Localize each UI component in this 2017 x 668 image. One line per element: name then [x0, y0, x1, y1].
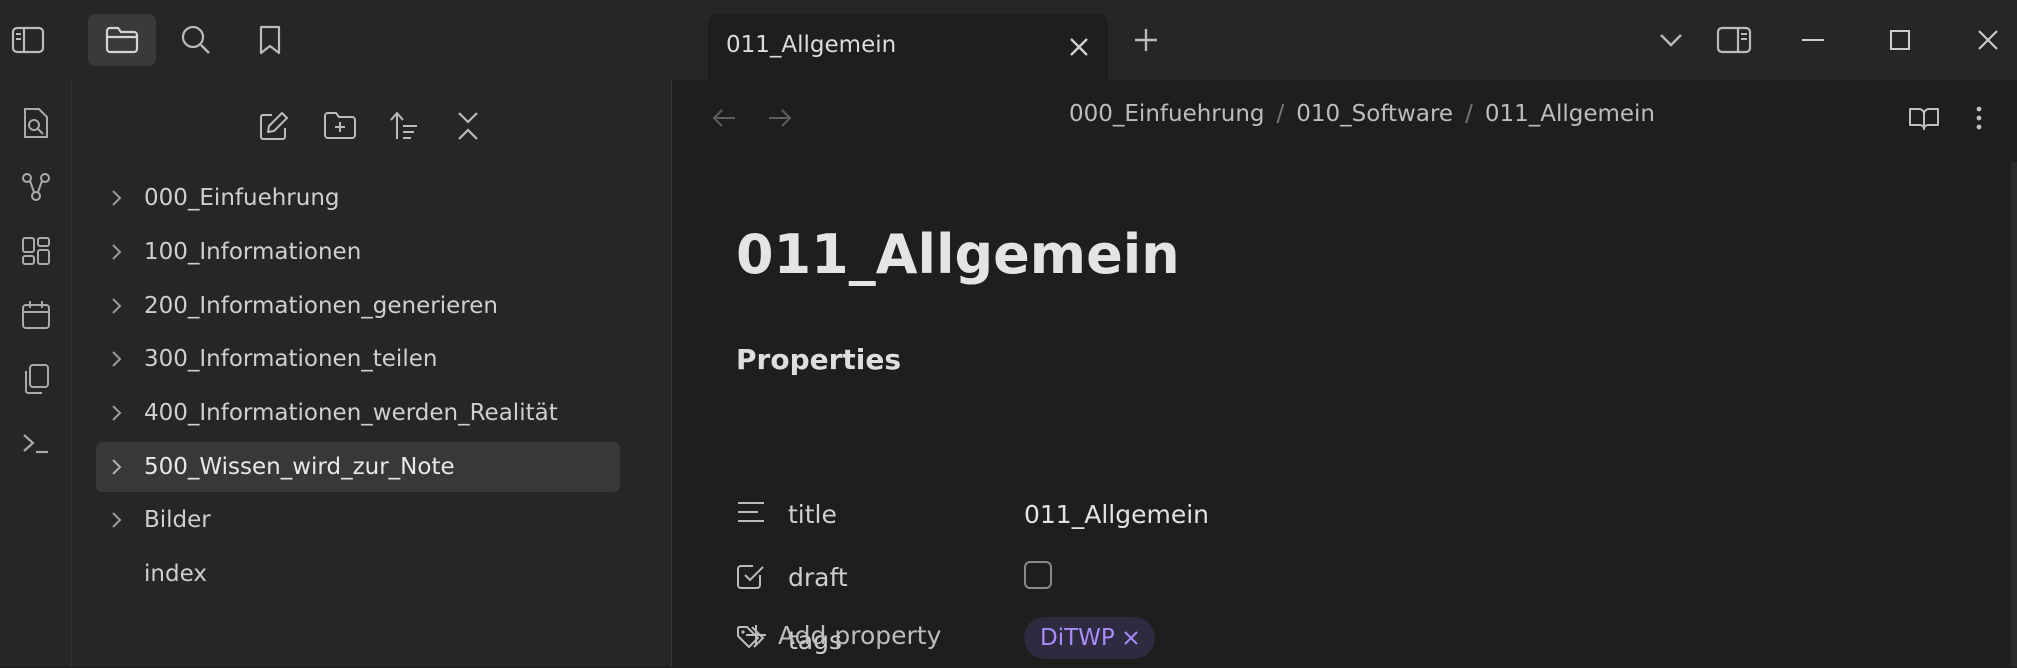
reading-view-icon[interactable] [1904, 98, 1944, 138]
checkbox-square-icon [737, 565, 764, 589]
breadcrumb-item[interactable]: 010_Software [1296, 101, 1453, 127]
property-value[interactable]: 011_Allgemein [1024, 500, 1209, 529]
back-arrow-icon[interactable] [704, 98, 744, 138]
left-ribbon [0, 80, 72, 667]
tree-item-label: 500_Wissen_wird_zur_Note [144, 454, 455, 480]
maximize-icon[interactable] [1874, 14, 1926, 66]
minimize-icon[interactable] [1787, 14, 1839, 66]
tab-title: 011_Allgemein [726, 32, 897, 58]
search-icon[interactable] [170, 14, 222, 66]
chevron-down-icon[interactable] [1645, 14, 1697, 66]
right-sidebar-icon[interactable] [1708, 14, 1760, 66]
more-options-icon[interactable] [1959, 98, 1999, 138]
breadcrumb-separator: / [1276, 101, 1285, 127]
forward-arrow-icon[interactable] [760, 98, 800, 138]
tag-label: DiTWP [1040, 625, 1115, 651]
chevron-right-icon [112, 512, 122, 528]
folder-item[interactable]: 100_Informationen [96, 227, 620, 277]
property-row-title[interactable]: title 011_Allgemein [736, 488, 1636, 542]
folder-item[interactable]: 400_Informationen_werden_Realität [96, 388, 620, 438]
property-key[interactable]: title [788, 500, 837, 529]
folder-item-selected[interactable]: 500_Wissen_wird_zur_Note [96, 442, 620, 492]
folder-item[interactable]: Bilder [96, 495, 620, 545]
tree-item-label: 300_Informationen_teilen [144, 346, 438, 372]
properties-heading: Properties [736, 343, 902, 376]
bookmark-icon[interactable] [244, 14, 296, 66]
chevron-right-icon [112, 459, 122, 475]
chevron-right-icon [112, 190, 122, 206]
add-property-button[interactable]: Add property [744, 615, 941, 655]
chevron-right-icon [112, 298, 122, 314]
command-palette-icon[interactable] [10, 417, 62, 469]
collapse-all-icon[interactable] [446, 104, 490, 148]
note-title[interactable]: 011_Allgemein [736, 223, 1180, 286]
property-key[interactable]: draft [788, 563, 848, 592]
tree-item-label: 100_Informationen [144, 239, 362, 265]
new-note-icon[interactable] [252, 104, 296, 148]
editor-pane: 000_Einfuehrung / 010_Software / 011_Allgeme… [672, 80, 2017, 667]
file-item[interactable]: index [96, 549, 620, 599]
close-icon[interactable] [1962, 14, 2014, 66]
text-lines-icon [738, 502, 764, 522]
property-row-draft[interactable]: draft [736, 551, 1636, 605]
breadcrumb-item[interactable]: 011_Allgemein [1485, 101, 1655, 127]
tree-item-label: Bilder [144, 507, 211, 533]
sidebar-toggle-icon[interactable] [2, 14, 54, 66]
title-bar: 011_Allgemein [0, 0, 2017, 80]
breadcrumb: 000_Einfuehrung / 010_Software / 011_Allgeme… [1069, 101, 1655, 127]
canvas-icon[interactable] [10, 225, 62, 277]
templates-icon[interactable] [10, 353, 62, 405]
tab-active-note[interactable]: 011_Allgemein [708, 14, 1108, 80]
new-folder-icon[interactable] [318, 104, 362, 148]
daily-note-icon[interactable] [10, 289, 62, 341]
tree-item-label: 000_Einfuehrung [144, 185, 340, 211]
folder-item[interactable]: 000_Einfuehrung [96, 173, 620, 223]
tree-item-label: 200_Informationen_generieren [144, 293, 498, 319]
graph-view-icon[interactable] [10, 161, 62, 213]
breadcrumb-item[interactable]: 000_Einfuehrung [1069, 101, 1265, 127]
chevron-right-icon [112, 244, 122, 260]
file-explorer: 000_Einfuehrung 100_Informationen 200_In… [72, 80, 672, 667]
breadcrumb-separator: / [1465, 101, 1473, 127]
tree-item-label: index [144, 561, 207, 587]
chevron-right-icon [112, 405, 122, 421]
new-tab-icon[interactable] [1120, 14, 1172, 66]
folder-item[interactable]: 200_Informationen_generieren [96, 281, 620, 331]
quick-switcher-icon[interactable] [10, 97, 62, 149]
remove-tag-icon[interactable] [1123, 630, 1139, 646]
close-tab-icon[interactable] [1064, 32, 1094, 62]
sort-icon[interactable] [382, 104, 426, 148]
scrollbar[interactable] [2011, 162, 2017, 667]
plus-icon [746, 625, 766, 645]
tree-item-label: 400_Informationen_werden_Realität [144, 400, 558, 426]
folder-item[interactable]: 300_Informationen_teilen [96, 334, 620, 384]
add-property-label: Add property [778, 620, 942, 650]
folder-icon[interactable] [88, 14, 156, 66]
draft-checkbox[interactable] [1024, 561, 1052, 589]
tag-pill[interactable]: DiTWP [1024, 617, 1155, 659]
chevron-right-icon [112, 351, 122, 367]
